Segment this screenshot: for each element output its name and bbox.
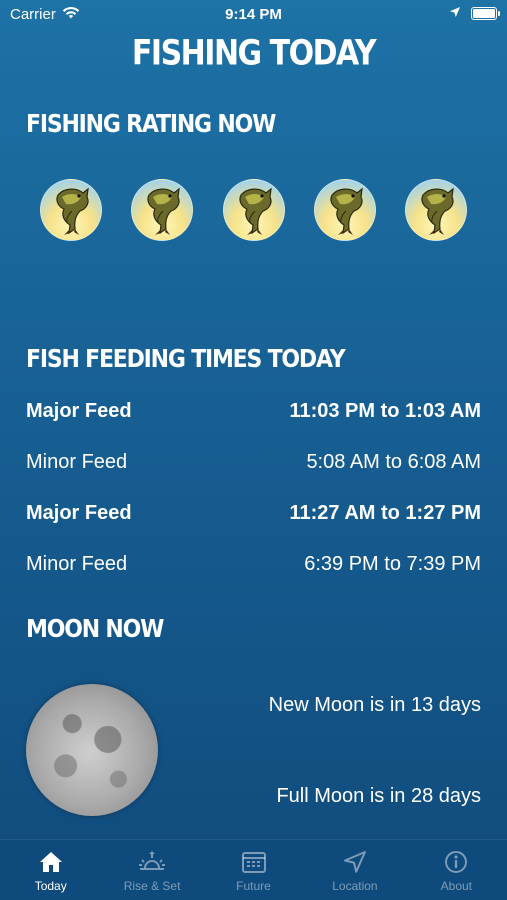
bass-fish-icon [40, 179, 102, 241]
feeding-heading: FISH FEEDING TIMES TODAY [26, 345, 346, 374]
full-moon-text: Full Moon is in 28 days [276, 785, 481, 807]
feed-time: 6:39 PM to 7:39 PM [304, 553, 481, 575]
bass-fish-icon [222, 179, 285, 241]
tab-location[interactable]: Location [304, 840, 405, 900]
feed-time: 5:08 AM to 6:08 AM [306, 451, 481, 473]
feed-label: Minor Feed [26, 451, 128, 473]
feed-time: 11:03 PM to 1:03 AM [289, 400, 481, 422]
new-moon-text: New Moon is in 13 days [268, 694, 481, 716]
page-title: FISHING TODAY [131, 33, 377, 74]
app-screen: Carrier 9:14 PM FISHING TODAY FISHING RA… [0, 0, 507, 900]
feed-time: 11:27 AM to 1:27 PM [289, 502, 481, 524]
feed-row: Major Feed 11:27 AM to 1:27 PM [26, 502, 481, 525]
moon-heading: MOON NOW [26, 615, 164, 644]
home-icon [39, 852, 62, 872]
feed-row: Major Feed 11:03 PM to 1:03 AM [26, 400, 481, 423]
tab-today[interactable]: Today [0, 840, 101, 900]
calendar-icon [241, 852, 266, 873]
status-right [449, 5, 500, 22]
moon-image [26, 684, 158, 816]
feed-label: Minor Feed [26, 553, 128, 575]
tab-label: Today [34, 879, 67, 893]
tab-rise-set[interactable]: Rise & Set [101, 840, 202, 900]
tab-label: Rise & Set [123, 879, 181, 893]
feed-label: Major Feed [26, 400, 132, 422]
battery-icon [471, 7, 500, 20]
status-bar: Carrier 9:14 PM [0, 0, 507, 28]
tab-label: Location [332, 879, 378, 893]
location-arrow-icon [449, 5, 461, 22]
tab-label: About [440, 879, 472, 893]
tab-about[interactable]: About [406, 840, 507, 900]
feed-label: Major Feed [26, 502, 132, 524]
feed-row: Minor Feed 5:08 AM to 6:08 AM [26, 451, 481, 474]
sunrise-icon [139, 851, 166, 870]
location-arrow-icon [343, 851, 366, 873]
tab-label: Future [236, 879, 271, 893]
bass-fish-icon [131, 179, 194, 241]
bass-fish-icon [405, 179, 467, 241]
tab-bar: Today Rise & Set Future Location About [0, 839, 507, 900]
feed-row: Minor Feed 6:39 PM to 7:39 PM [26, 553, 481, 576]
tab-future[interactable]: Future [203, 840, 304, 900]
info-icon [445, 851, 468, 873]
rating-heading: FISHING RATING NOW [26, 110, 276, 139]
status-time: 9:14 PM [225, 6, 282, 23]
fishing-rating [40, 179, 467, 241]
bass-fish-icon [313, 179, 376, 241]
